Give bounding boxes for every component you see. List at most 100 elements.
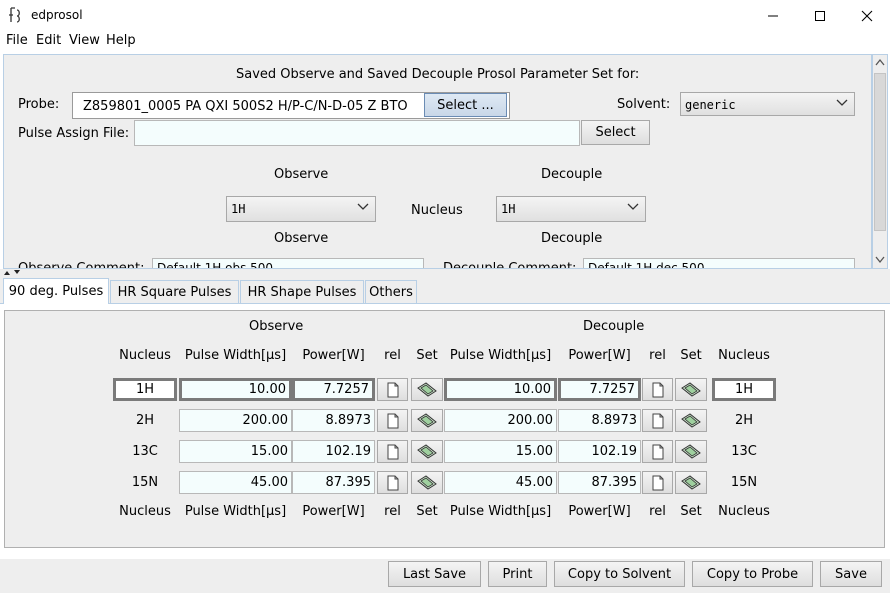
observe-set-button[interactable] bbox=[411, 440, 443, 463]
document-icon bbox=[387, 444, 398, 459]
pulse-assign-select-button[interactable]: Select bbox=[581, 120, 650, 145]
tab-90-deg-pulses[interactable]: 90 deg. Pulses bbox=[3, 278, 109, 304]
set-icon bbox=[417, 474, 437, 490]
column-header-nucleus-top: Nucleus bbox=[119, 348, 171, 363]
decouple-rel-button[interactable] bbox=[642, 378, 673, 401]
observe-set-button[interactable] bbox=[411, 409, 443, 432]
probe-label: Probe: bbox=[18, 97, 60, 112]
observe-heading: Observe bbox=[274, 167, 329, 182]
menu-view[interactable]: View bbox=[69, 33, 100, 48]
decouple-power-input[interactable]: 7.7257 bbox=[558, 378, 641, 401]
scroll-down-icon[interactable] bbox=[875, 256, 885, 264]
decouple-nucleus-combo[interactable]: 1H bbox=[496, 196, 646, 222]
column-header-dec-power-bottom: Power[W] bbox=[568, 504, 631, 519]
print-button[interactable]: Print bbox=[488, 561, 547, 587]
copy-to-probe-button[interactable]: Copy to Probe bbox=[692, 561, 813, 587]
observe-comment-input[interactable]: Default 1H obs 500 bbox=[152, 258, 424, 268]
column-header-obs-rel-bottom: rel bbox=[384, 504, 401, 519]
decouple-nucleus-cell: 13C bbox=[731, 444, 757, 459]
column-header-dec-pulse-width-top: Pulse Width[µs] bbox=[449, 348, 552, 363]
decouple-power-input[interactable]: 102.19 bbox=[558, 440, 641, 463]
observe-power-input[interactable]: 8.8973 bbox=[292, 409, 375, 432]
observe-pulse-width-input[interactable]: 45.00 bbox=[179, 471, 292, 494]
solvent-combo[interactable]: generic bbox=[680, 92, 855, 116]
nucleus-label: Nucleus bbox=[411, 203, 463, 218]
observe-rel-button[interactable] bbox=[377, 440, 408, 463]
document-icon bbox=[652, 475, 663, 490]
menu-help[interactable]: Help bbox=[106, 33, 136, 48]
close-icon bbox=[861, 10, 873, 21]
decouple-power-input[interactable]: 8.8973 bbox=[558, 409, 641, 432]
decouple-comment-input[interactable]: Default 1H dec 500 bbox=[583, 258, 855, 268]
minimize-button[interactable] bbox=[750, 0, 796, 31]
column-header-nucleus-bottom: Nucleus bbox=[119, 504, 171, 519]
probe-value: Z859801_0005 PA QXI 500S2 H/P-C/N-D-05 Z… bbox=[83, 99, 408, 114]
column-header-obs-power-bottom: Power[W] bbox=[302, 504, 365, 519]
observe-set-button[interactable] bbox=[411, 471, 443, 494]
splitter[interactable] bbox=[0, 269, 890, 276]
column-header-obs-set-bottom: Set bbox=[416, 504, 438, 519]
set-icon bbox=[417, 381, 437, 397]
observe-power-input[interactable]: 87.395 bbox=[292, 471, 375, 494]
menu-edit[interactable]: Edit bbox=[36, 33, 61, 48]
decouple-rel-button[interactable] bbox=[642, 440, 673, 463]
pulse-assign-input[interactable] bbox=[134, 120, 580, 146]
observe-rel-button[interactable] bbox=[377, 409, 408, 432]
decouple-pulse-width-input[interactable]: 10.00 bbox=[444, 378, 557, 401]
decouple-set-button[interactable] bbox=[675, 471, 707, 494]
chevron-down-icon bbox=[627, 203, 639, 210]
decouple-pulse-width-input[interactable]: 15.00 bbox=[444, 440, 557, 463]
observe-power-input[interactable]: 102.19 bbox=[292, 440, 375, 463]
decouple-pulse-width-input[interactable]: 200.00 bbox=[444, 409, 557, 432]
save-button[interactable]: Save bbox=[820, 561, 882, 587]
observe-pulse-width-input[interactable]: 15.00 bbox=[179, 440, 292, 463]
solvent-value: generic bbox=[685, 98, 736, 112]
observe-nucleus-combo[interactable]: 1H bbox=[226, 196, 376, 222]
observe-nucleus-value: 1H bbox=[231, 202, 246, 216]
observe-rel-button[interactable] bbox=[377, 378, 408, 401]
observe-rel-button[interactable] bbox=[377, 471, 408, 494]
observe-set-button[interactable] bbox=[411, 378, 443, 401]
maximize-button[interactable] bbox=[797, 0, 843, 31]
decouple-pulse-width-input[interactable]: 45.00 bbox=[444, 471, 557, 494]
observe-pulse-width-input[interactable]: 200.00 bbox=[179, 409, 292, 432]
splitter-arrows-icon[interactable] bbox=[3, 269, 23, 276]
decouple-set-button[interactable] bbox=[675, 409, 707, 432]
decouple-nucleus-cell: 15N bbox=[730, 475, 758, 490]
document-icon bbox=[387, 475, 398, 490]
pulse-assign-label: Pulse Assign File: bbox=[18, 126, 130, 141]
document-icon bbox=[652, 444, 663, 459]
decouple-power-input[interactable]: 87.395 bbox=[558, 471, 641, 494]
decouple-nucleus-value: 1H bbox=[501, 202, 516, 216]
set-icon bbox=[417, 412, 437, 428]
observe-nucleus-cell: 15N bbox=[131, 475, 159, 490]
decouple-comment-label: Decouple Comment: bbox=[443, 261, 577, 269]
scrollbar-thumb[interactable] bbox=[874, 73, 886, 231]
column-header-dec-nucleus-bottom: Nucleus bbox=[718, 504, 770, 519]
close-button[interactable] bbox=[844, 0, 890, 31]
decouple-rel-button[interactable] bbox=[642, 409, 673, 432]
decouple-rel-button[interactable] bbox=[642, 471, 673, 494]
copy-to-solvent-button[interactable]: Copy to Solvent bbox=[554, 561, 685, 587]
column-header-obs-set-top: Set bbox=[416, 348, 438, 363]
scroll-up-icon[interactable] bbox=[875, 58, 885, 66]
document-icon bbox=[387, 382, 398, 397]
tab-hr-square-pulses[interactable]: HR Square Pulses bbox=[110, 280, 239, 304]
app-icon bbox=[9, 7, 20, 23]
tab-hr-shape-pulses[interactable]: HR Shape Pulses bbox=[240, 280, 364, 304]
document-icon bbox=[652, 413, 663, 428]
decouple-heading-2: Decouple bbox=[541, 231, 603, 246]
set-icon bbox=[681, 474, 701, 490]
probe-select-button[interactable]: Select ... bbox=[424, 93, 507, 117]
decouple-nucleus-cell: 2H bbox=[734, 413, 754, 428]
pulse-table-panel: Observe Decouple Nucleus Pulse Width[µs] P… bbox=[4, 310, 885, 548]
observe-power-input[interactable]: 7.7257 bbox=[292, 378, 375, 401]
menu-file[interactable]: File bbox=[6, 33, 28, 48]
decouple-set-button[interactable] bbox=[675, 378, 707, 401]
group-decouple-heading: Decouple bbox=[583, 319, 645, 334]
tab-others[interactable]: Others bbox=[365, 280, 417, 304]
observe-nucleus-cell: 1H bbox=[113, 378, 177, 401]
observe-pulse-width-input[interactable]: 10.00 bbox=[179, 378, 292, 401]
decouple-set-button[interactable] bbox=[675, 440, 707, 463]
last-save-button[interactable]: Last Save bbox=[388, 561, 481, 587]
